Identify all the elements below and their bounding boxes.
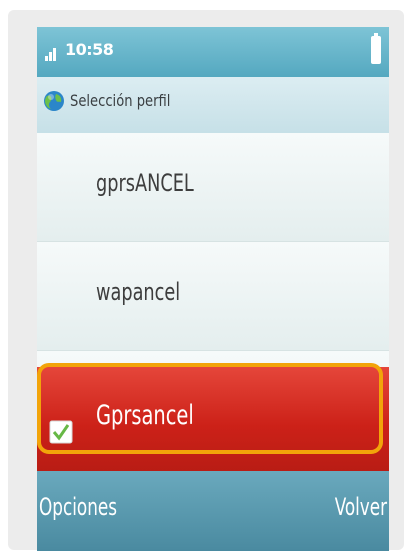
clock-time: 10:58 bbox=[65, 40, 114, 59]
signal-bars-icon bbox=[45, 45, 61, 61]
softkey-bar: Opciones Volver bbox=[37, 471, 389, 551]
options-softkey[interactable]: Opciones bbox=[39, 493, 117, 521]
profile-item-gprsancel[interactable]: gprsANCEL bbox=[37, 133, 389, 242]
page-title: Selección perfil bbox=[70, 91, 171, 110]
profile-item-wapancel[interactable]: wapancel bbox=[37, 242, 389, 351]
phone-screen: 10:58 Selección perfil gprsANCEL wapance… bbox=[37, 27, 389, 551]
profile-item-selected[interactable]: Gprsancel bbox=[37, 367, 389, 475]
back-softkey[interactable]: Volver bbox=[335, 493, 387, 521]
profile-item-label: gprsANCEL bbox=[96, 169, 194, 197]
battery-icon bbox=[371, 33, 381, 64]
profile-item-label: Gprsancel bbox=[96, 400, 194, 431]
profile-item-label: wapancel bbox=[96, 278, 181, 306]
checkbox-checked-icon bbox=[49, 420, 73, 444]
globe-icon bbox=[44, 91, 64, 111]
screen-header: Selección perfil bbox=[37, 77, 389, 133]
status-bar: 10:58 bbox=[37, 27, 389, 77]
